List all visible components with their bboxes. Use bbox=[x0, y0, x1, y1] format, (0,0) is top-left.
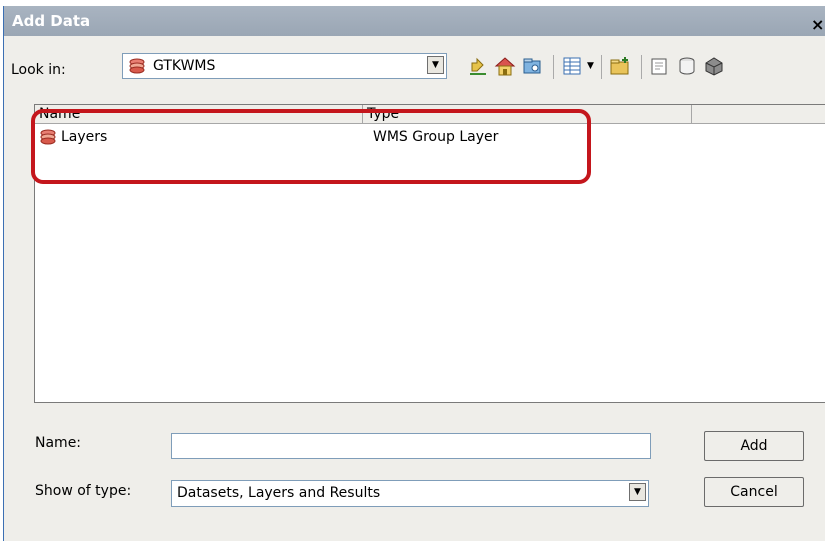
toolbar-separator bbox=[641, 55, 642, 79]
connect-to-folder-icon[interactable] bbox=[520, 54, 544, 78]
toolbar-separator bbox=[601, 55, 602, 79]
toolbar-separator bbox=[553, 55, 554, 79]
add-data-dialog: Add Data × Look in: GTKWMS ▼ ▼ Name Type… bbox=[3, 6, 825, 541]
add-button[interactable]: Add bbox=[704, 431, 804, 461]
up-one-level-icon[interactable] bbox=[466, 54, 490, 78]
show-of-type-value: Datasets, Layers and Results bbox=[177, 485, 381, 501]
close-button[interactable]: × bbox=[811, 15, 825, 35]
wms-server-icon bbox=[128, 57, 146, 79]
dialog-title: Add Data bbox=[12, 12, 91, 30]
new-folder-icon[interactable] bbox=[608, 54, 632, 78]
look-in-label: Look in: bbox=[11, 62, 66, 78]
catalog-icon[interactable] bbox=[702, 54, 726, 78]
new-shapefile-icon[interactable] bbox=[648, 54, 672, 78]
column-header-extra[interactable] bbox=[692, 105, 825, 124]
show-of-type-label: Show of type: bbox=[35, 483, 132, 499]
cancel-button[interactable]: Cancel bbox=[704, 477, 804, 507]
view-options-dropdown-icon[interactable]: ▼ bbox=[587, 61, 594, 71]
view-options-icon[interactable] bbox=[560, 54, 584, 78]
new-geodatabase-icon[interactable] bbox=[675, 54, 699, 78]
look-in-dropdown-button[interactable]: ▼ bbox=[427, 56, 444, 74]
name-label: Name: bbox=[35, 435, 82, 451]
show-of-type-combo[interactable]: Datasets, Layers and Results ▼ bbox=[171, 480, 649, 507]
home-icon[interactable] bbox=[493, 54, 517, 78]
look-in-combo[interactable]: GTKWMS ▼ bbox=[122, 53, 447, 79]
highlight-annotation bbox=[31, 109, 591, 184]
name-input[interactable] bbox=[171, 433, 651, 459]
look-in-value: GTKWMS bbox=[153, 58, 216, 74]
title-bar: Add Data × bbox=[4, 6, 825, 36]
show-of-type-dropdown-button[interactable]: ▼ bbox=[629, 483, 646, 501]
